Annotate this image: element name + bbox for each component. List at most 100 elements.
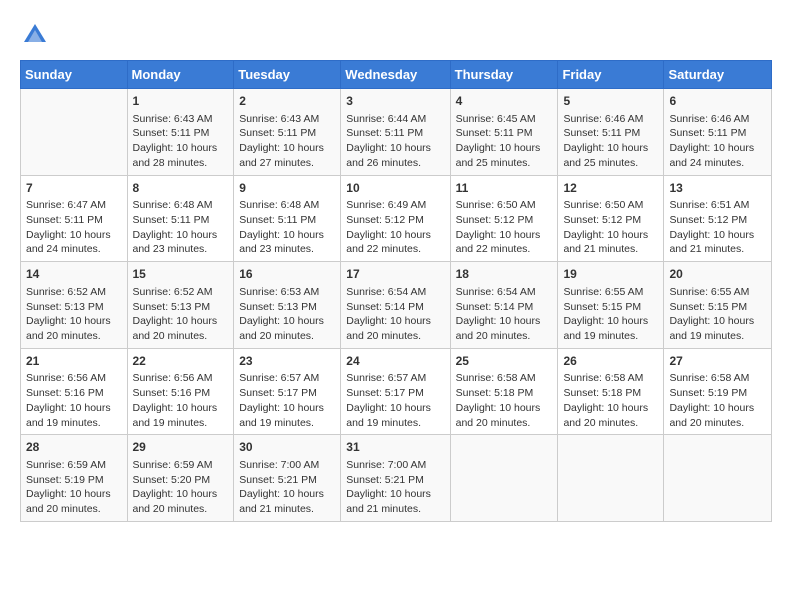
logo-icon xyxy=(20,20,50,50)
sunrise-text: Sunrise: 6:52 AM xyxy=(133,286,213,298)
sunset-text: Sunset: 5:13 PM xyxy=(239,301,317,313)
sunset-text: Sunset: 5:12 PM xyxy=(563,214,641,226)
calendar-cell: 6Sunrise: 6:46 AMSunset: 5:11 PMDaylight… xyxy=(664,89,772,176)
sunset-text: Sunset: 5:17 PM xyxy=(346,387,424,399)
sunrise-text: Sunrise: 6:48 AM xyxy=(133,199,213,211)
calendar-cell: 12Sunrise: 6:50 AMSunset: 5:12 PMDayligh… xyxy=(558,175,664,262)
daylight-text: Daylight: 10 hours and 21 minutes. xyxy=(346,488,431,515)
calendar-cell: 30Sunrise: 7:00 AMSunset: 5:21 PMDayligh… xyxy=(234,435,341,522)
sunrise-text: Sunrise: 6:55 AM xyxy=(563,286,643,298)
sunrise-text: Sunrise: 6:59 AM xyxy=(26,459,106,471)
calendar-cell: 9Sunrise: 6:48 AMSunset: 5:11 PMDaylight… xyxy=(234,175,341,262)
sunrise-text: Sunrise: 6:54 AM xyxy=(456,286,536,298)
sunrise-text: Sunrise: 6:57 AM xyxy=(239,372,319,384)
day-number: 16 xyxy=(239,266,335,283)
day-number: 27 xyxy=(669,353,766,370)
sunset-text: Sunset: 5:21 PM xyxy=(239,474,317,486)
sunset-text: Sunset: 5:12 PM xyxy=(456,214,534,226)
day-number: 1 xyxy=(133,93,229,110)
header-saturday: Saturday xyxy=(664,61,772,89)
sunrise-text: Sunrise: 7:00 AM xyxy=(346,459,426,471)
daylight-text: Daylight: 10 hours and 20 minutes. xyxy=(346,315,431,342)
sunrise-text: Sunrise: 6:55 AM xyxy=(669,286,749,298)
sunrise-text: Sunrise: 6:58 AM xyxy=(563,372,643,384)
sunrise-text: Sunrise: 6:45 AM xyxy=(456,113,536,125)
day-number: 31 xyxy=(346,439,444,456)
daylight-text: Daylight: 10 hours and 20 minutes. xyxy=(26,488,111,515)
day-number: 9 xyxy=(239,180,335,197)
day-number: 26 xyxy=(563,353,658,370)
header-thursday: Thursday xyxy=(450,61,558,89)
sunset-text: Sunset: 5:11 PM xyxy=(133,127,210,139)
calendar-cell: 19Sunrise: 6:55 AMSunset: 5:15 PMDayligh… xyxy=(558,262,664,349)
sunrise-text: Sunrise: 6:58 AM xyxy=(456,372,536,384)
sunrise-text: Sunrise: 6:53 AM xyxy=(239,286,319,298)
daylight-text: Daylight: 10 hours and 28 minutes. xyxy=(133,142,218,169)
sunset-text: Sunset: 5:16 PM xyxy=(133,387,211,399)
calendar-cell: 23Sunrise: 6:57 AMSunset: 5:17 PMDayligh… xyxy=(234,348,341,435)
header-tuesday: Tuesday xyxy=(234,61,341,89)
calendar-cell: 20Sunrise: 6:55 AMSunset: 5:15 PMDayligh… xyxy=(664,262,772,349)
calendar-cell: 26Sunrise: 6:58 AMSunset: 5:18 PMDayligh… xyxy=(558,348,664,435)
daylight-text: Daylight: 10 hours and 20 minutes. xyxy=(239,315,324,342)
calendar-cell: 21Sunrise: 6:56 AMSunset: 5:16 PMDayligh… xyxy=(21,348,128,435)
day-number: 21 xyxy=(26,353,122,370)
daylight-text: Daylight: 10 hours and 20 minutes. xyxy=(563,402,648,429)
day-number: 23 xyxy=(239,353,335,370)
header-sunday: Sunday xyxy=(21,61,128,89)
calendar-cell: 22Sunrise: 6:56 AMSunset: 5:16 PMDayligh… xyxy=(127,348,234,435)
calendar-cell xyxy=(664,435,772,522)
day-number: 29 xyxy=(133,439,229,456)
day-number: 22 xyxy=(133,353,229,370)
calendar-cell: 7Sunrise: 6:47 AMSunset: 5:11 PMDaylight… xyxy=(21,175,128,262)
calendar-cell: 25Sunrise: 6:58 AMSunset: 5:18 PMDayligh… xyxy=(450,348,558,435)
header-monday: Monday xyxy=(127,61,234,89)
daylight-text: Daylight: 10 hours and 23 minutes. xyxy=(239,229,324,256)
daylight-text: Daylight: 10 hours and 25 minutes. xyxy=(456,142,541,169)
day-number: 13 xyxy=(669,180,766,197)
daylight-text: Daylight: 10 hours and 24 minutes. xyxy=(669,142,754,169)
day-number: 18 xyxy=(456,266,553,283)
sunset-text: Sunset: 5:11 PM xyxy=(239,127,316,139)
sunset-text: Sunset: 5:16 PM xyxy=(26,387,104,399)
sunrise-text: Sunrise: 6:46 AM xyxy=(563,113,643,125)
sunrise-text: Sunrise: 6:50 AM xyxy=(563,199,643,211)
daylight-text: Daylight: 10 hours and 20 minutes. xyxy=(456,315,541,342)
day-number: 30 xyxy=(239,439,335,456)
day-number: 15 xyxy=(133,266,229,283)
sunset-text: Sunset: 5:12 PM xyxy=(346,214,424,226)
daylight-text: Daylight: 10 hours and 21 minutes. xyxy=(563,229,648,256)
sunset-text: Sunset: 5:15 PM xyxy=(563,301,641,313)
day-number: 8 xyxy=(133,180,229,197)
calendar-week-3: 14Sunrise: 6:52 AMSunset: 5:13 PMDayligh… xyxy=(21,262,772,349)
calendar-cell: 1Sunrise: 6:43 AMSunset: 5:11 PMDaylight… xyxy=(127,89,234,176)
sunset-text: Sunset: 5:13 PM xyxy=(133,301,211,313)
calendar-cell: 24Sunrise: 6:57 AMSunset: 5:17 PMDayligh… xyxy=(341,348,450,435)
sunset-text: Sunset: 5:13 PM xyxy=(26,301,104,313)
day-number: 7 xyxy=(26,180,122,197)
day-number: 2 xyxy=(239,93,335,110)
sunrise-text: Sunrise: 6:57 AM xyxy=(346,372,426,384)
calendar-cell xyxy=(450,435,558,522)
daylight-text: Daylight: 10 hours and 24 minutes. xyxy=(26,229,111,256)
sunrise-text: Sunrise: 6:47 AM xyxy=(26,199,106,211)
sunset-text: Sunset: 5:21 PM xyxy=(346,474,424,486)
daylight-text: Daylight: 10 hours and 22 minutes. xyxy=(456,229,541,256)
sunrise-text: Sunrise: 6:54 AM xyxy=(346,286,426,298)
day-number: 5 xyxy=(563,93,658,110)
calendar-cell xyxy=(558,435,664,522)
calendar-cell xyxy=(21,89,128,176)
calendar-cell: 18Sunrise: 6:54 AMSunset: 5:14 PMDayligh… xyxy=(450,262,558,349)
sunrise-text: Sunrise: 7:00 AM xyxy=(239,459,319,471)
day-number: 25 xyxy=(456,353,553,370)
daylight-text: Daylight: 10 hours and 22 minutes. xyxy=(346,229,431,256)
calendar-week-1: 1Sunrise: 6:43 AMSunset: 5:11 PMDaylight… xyxy=(21,89,772,176)
sunset-text: Sunset: 5:11 PM xyxy=(456,127,533,139)
daylight-text: Daylight: 10 hours and 27 minutes. xyxy=(239,142,324,169)
sunset-text: Sunset: 5:11 PM xyxy=(239,214,316,226)
day-number: 28 xyxy=(26,439,122,456)
daylight-text: Daylight: 10 hours and 25 minutes. xyxy=(563,142,648,169)
day-number: 20 xyxy=(669,266,766,283)
calendar-cell: 11Sunrise: 6:50 AMSunset: 5:12 PMDayligh… xyxy=(450,175,558,262)
calendar-cell: 29Sunrise: 6:59 AMSunset: 5:20 PMDayligh… xyxy=(127,435,234,522)
